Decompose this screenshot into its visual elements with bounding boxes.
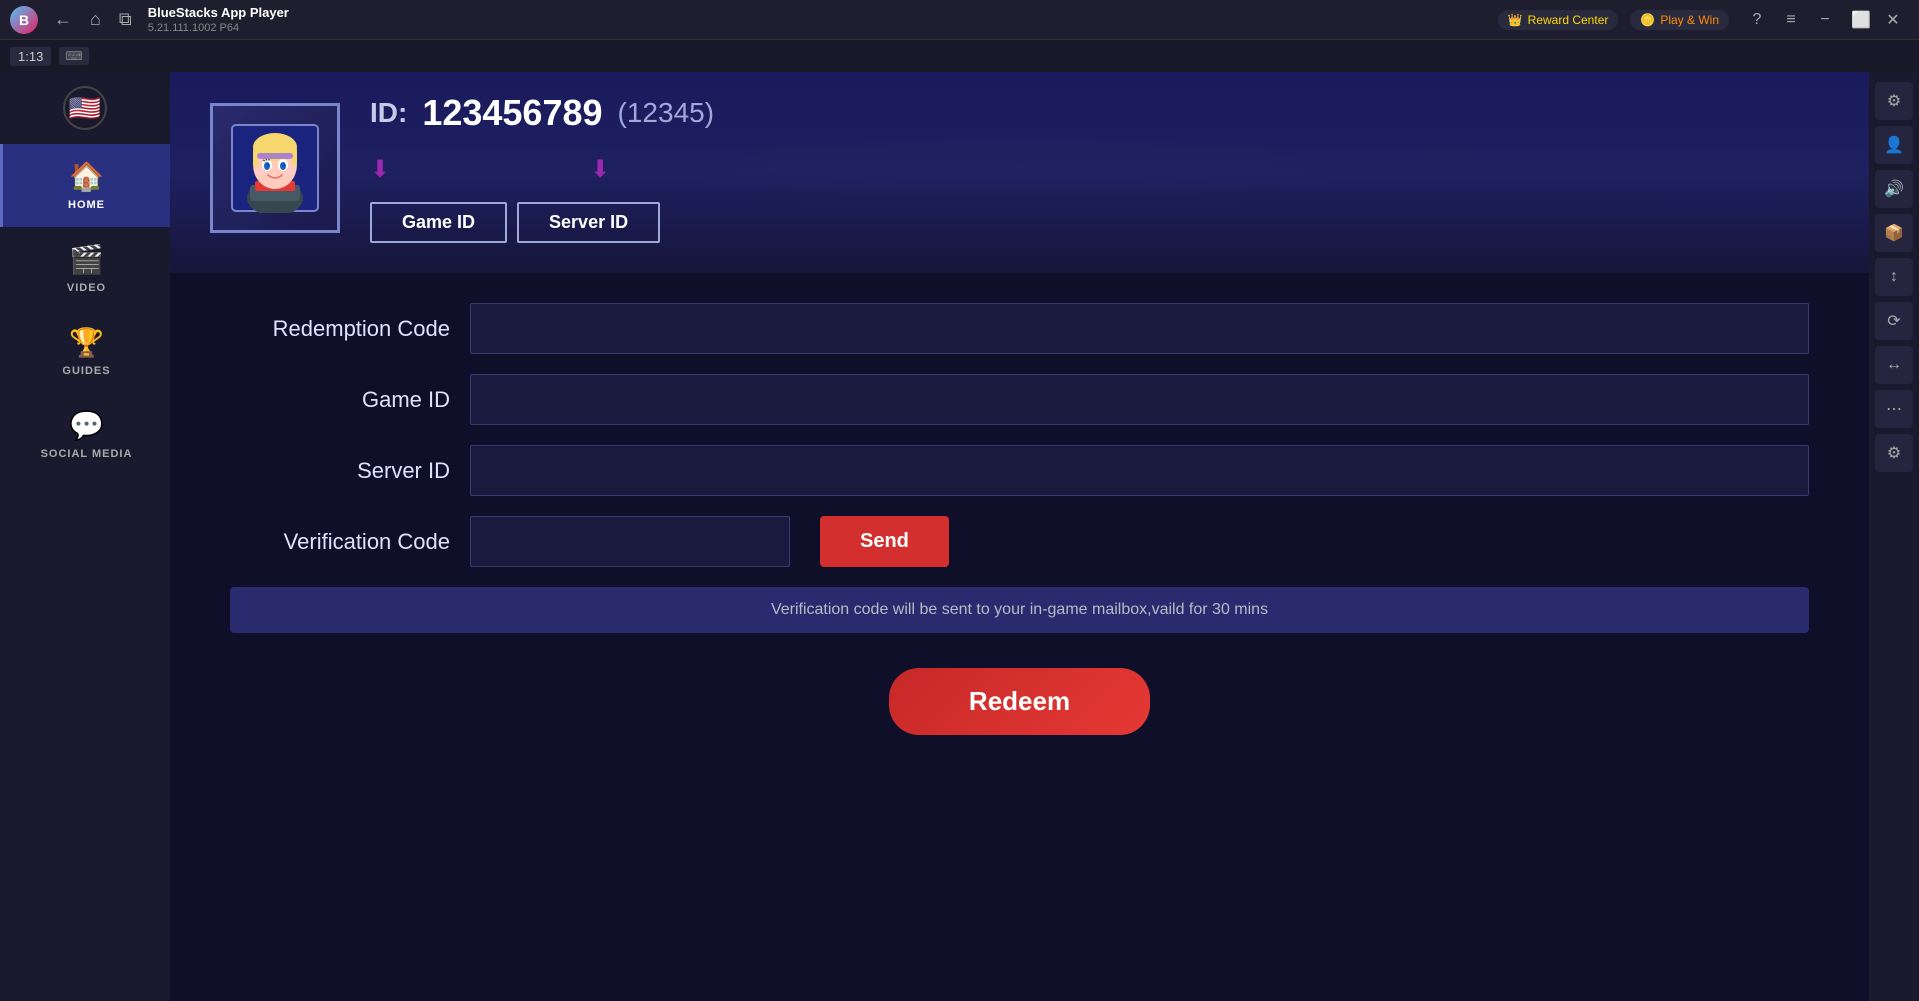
game-header: ID: 123456789 (12345) ⬇ ⬇ Game ID Server… [170, 72, 1869, 273]
id-sub: (12345) [618, 97, 715, 129]
redemption-code-row: Redemption Code [230, 303, 1809, 354]
close-button[interactable]: ✕ [1877, 6, 1909, 34]
sidebar-guides-label: GUIDES [62, 365, 110, 377]
right-btn-1[interactable]: ⚙ [1875, 82, 1913, 120]
verification-code-row: Verification Code Send [230, 516, 1809, 567]
game-id-arrow-container: ⬇ [370, 158, 390, 182]
addressbar: 1:13 ⌨ [0, 40, 1919, 72]
game-id-input[interactable] [470, 374, 1809, 425]
nav-buttons: ← ⌂ ⧉ [48, 7, 138, 32]
character-sprite [230, 123, 320, 213]
main-content: 🇺🇸 🏠 HOME 🎬 VIDEO 🏆 GUIDES 💬 SOCIAL MEDI… [0, 72, 1919, 1001]
app-logo: B [10, 6, 38, 34]
sidebar-home-label: HOME [68, 199, 105, 211]
right-btn-7[interactable]: ↔ [1875, 346, 1913, 384]
time-display: 1:13 [10, 47, 51, 66]
right-btn-settings[interactable]: ⚙ [1875, 434, 1913, 472]
server-id-row: Server ID [230, 445, 1809, 496]
reward-center-button[interactable]: 👑 Reward Center [1498, 10, 1619, 30]
game-id-button[interactable]: Game ID [370, 202, 507, 243]
sidebar-item-video[interactable]: 🎬 VIDEO [0, 227, 170, 310]
down-arrow-server: ⬇ [590, 158, 610, 182]
content-area: ID: 123456789 (12345) ⬇ ⬇ Game ID Server… [170, 72, 1869, 1001]
home-button[interactable]: ⌂ [84, 7, 107, 32]
server-id-arrow-container: ⬇ [590, 158, 610, 182]
game-id-label: Game ID [230, 387, 450, 413]
form-area: Redemption Code Game ID Server ID Verifi… [170, 273, 1869, 1001]
minimize-button[interactable]: − [1809, 6, 1841, 34]
right-btn-2[interactable]: 👤 [1875, 126, 1913, 164]
info-text: Verification code will be sent to your i… [771, 601, 1268, 618]
verification-code-label: Verification Code [230, 529, 450, 555]
home-icon: 🏠 [69, 160, 104, 193]
down-arrow-game: ⬇ [370, 158, 390, 182]
keyboard-icon: ⌨ [59, 47, 88, 65]
character-avatar [210, 103, 340, 233]
maximize-button[interactable]: ⬜ [1843, 6, 1875, 34]
play-win-button[interactable]: 🪙 Play & Win [1630, 10, 1729, 30]
app-title: BlueStacks App Player 5.21.111.1002 P64 [148, 5, 1488, 34]
server-id-label: Server ID [230, 458, 450, 484]
info-banner: Verification code will be sent to your i… [230, 587, 1809, 633]
arrows-wrapper: ⬇ ⬇ [370, 158, 714, 182]
game-id-row: Game ID [230, 374, 1809, 425]
right-btn-8[interactable]: ⋯ [1875, 390, 1913, 428]
server-id-button[interactable]: Server ID [517, 202, 660, 243]
redeem-button[interactable]: Redeem [889, 668, 1150, 735]
id-buttons: Game ID Server ID [370, 202, 714, 243]
right-btn-4[interactable]: 📦 [1875, 214, 1913, 252]
sidebar-social-label: SOCIAL MEDIA [41, 448, 133, 460]
social-icon: 💬 [69, 409, 104, 442]
sidebar: 🇺🇸 🏠 HOME 🎬 VIDEO 🏆 GUIDES 💬 SOCIAL MEDI… [0, 72, 170, 1001]
avatar-border [210, 103, 340, 233]
flag-icon: 🇺🇸 [63, 86, 107, 130]
redemption-code-input[interactable] [470, 303, 1809, 354]
help-button[interactable]: ? [1741, 6, 1773, 34]
titlebar: B ← ⌂ ⧉ BlueStacks App Player 5.21.111.1… [0, 0, 1919, 40]
player-id-row: ID: 123456789 (12345) [370, 92, 714, 134]
player-info: ID: 123456789 (12345) ⬇ ⬇ Game ID Server… [370, 92, 714, 243]
tabs-button[interactable]: ⧉ [113, 7, 138, 32]
sidebar-video-label: VIDEO [67, 282, 106, 294]
back-button[interactable]: ← [48, 7, 78, 32]
crown-icon: 👑 [1508, 13, 1523, 27]
server-id-input[interactable] [470, 445, 1809, 496]
right-btn-3[interactable]: 🔊 [1875, 170, 1913, 208]
sidebar-item-guides[interactable]: 🏆 GUIDES [0, 310, 170, 393]
sidebar-item-home[interactable]: 🏠 HOME [0, 144, 170, 227]
titlebar-right: 👑 Reward Center 🪙 Play & Win ? ≡ − ⬜ ✕ [1498, 6, 1909, 34]
id-label: ID: [370, 97, 407, 129]
verification-code-input[interactable] [470, 516, 790, 567]
video-icon: 🎬 [69, 243, 104, 276]
coin-icon: 🪙 [1640, 13, 1655, 27]
guides-icon: 🏆 [69, 326, 104, 359]
id-number: 123456789 [422, 92, 602, 134]
redemption-code-label: Redemption Code [230, 316, 450, 342]
window-controls: ? ≡ − ⬜ ✕ [1741, 6, 1909, 34]
send-button[interactable]: Send [820, 516, 949, 567]
menu-button[interactable]: ≡ [1775, 6, 1807, 34]
flag-button[interactable]: 🇺🇸 [0, 72, 170, 144]
sidebar-item-social[interactable]: 💬 SOCIAL MEDIA [0, 393, 170, 476]
right-sidebar: ⚙ 👤 🔊 📦 ↕ ⟳ ↔ ⋯ ⚙ [1869, 72, 1919, 1001]
right-btn-6[interactable]: ⟳ [1875, 302, 1913, 340]
right-btn-5[interactable]: ↕ [1875, 258, 1913, 296]
